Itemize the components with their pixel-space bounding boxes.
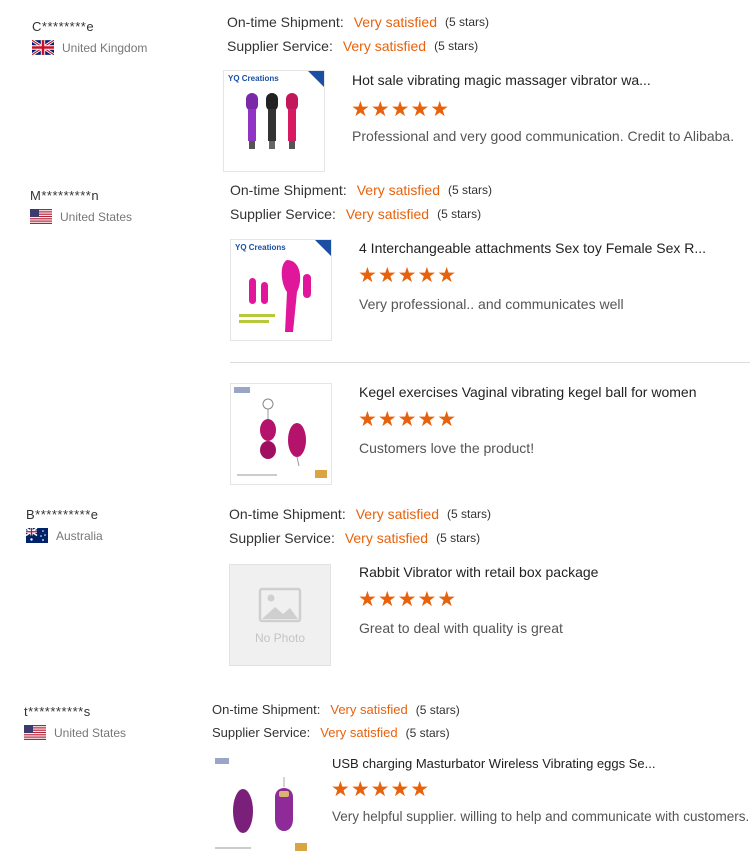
no-photo-placeholder[interactable]: No Photo xyxy=(229,564,331,666)
corner-ribbon xyxy=(315,240,331,256)
buyer-country: United States xyxy=(30,209,132,224)
brand-logo: YQ Creations xyxy=(235,243,286,252)
buyer-country: United States xyxy=(24,725,126,740)
buyer-country: Australia xyxy=(26,528,103,543)
shipment-value: Very satisfied xyxy=(355,506,439,522)
country-name: United States xyxy=(60,209,133,224)
uk-flag-icon xyxy=(32,40,54,55)
us-flag-icon xyxy=(24,725,46,740)
buyer-info: t**********s United States xyxy=(24,704,126,740)
corner-ribbon xyxy=(308,71,324,87)
country-name: United Kingdom xyxy=(62,40,148,55)
service-rating: Supplier Service: Very satisfied (5 star… xyxy=(230,202,492,226)
vibrating-eggs-image xyxy=(215,758,307,851)
image-placeholder-icon xyxy=(258,587,302,623)
service-label: Supplier Service: xyxy=(229,530,335,546)
shipment-value: Very satisfied xyxy=(356,182,440,198)
product-title[interactable]: USB charging Masturbator Wireless Vibrat… xyxy=(332,756,655,771)
service-stars: (5 stars) xyxy=(434,39,479,53)
shipment-rating: On-time Shipment: Very satisfied (5 star… xyxy=(227,10,489,34)
shipment-label: On-time Shipment: xyxy=(230,182,347,198)
product-thumbnail[interactable]: YQ Creations xyxy=(223,70,325,172)
service-label: Supplier Service: xyxy=(227,38,333,54)
review-comment: Great to deal with quality is great xyxy=(359,620,563,636)
service-stars: (5 stars) xyxy=(405,725,450,740)
product-divider xyxy=(230,362,750,363)
product-thumbnail[interactable] xyxy=(212,754,314,856)
service-value: Very satisfied xyxy=(342,38,427,54)
buyer-info: B**********e Australia xyxy=(26,507,103,543)
buyer-name: B**********e xyxy=(26,507,99,522)
service-rating: Supplier Service: Very satisfied (5 star… xyxy=(227,34,489,58)
product-stars-icon: ★★★★★ xyxy=(358,408,458,431)
review-comment: Very professional.. and communicates wel… xyxy=(359,296,624,312)
rating-summary: On-time Shipment: Very satisfied (5 star… xyxy=(227,10,489,58)
shipment-rating: On-time Shipment: Very satisfied (5 star… xyxy=(230,178,492,202)
shipment-rating: On-time Shipment: Very satisfied (5 star… xyxy=(212,698,460,721)
buyer-name: M*********n xyxy=(30,188,100,203)
brand-logo: YQ Creations xyxy=(228,74,279,83)
product-title[interactable]: 4 Interchangeable attachments Sex toy Fe… xyxy=(359,240,706,256)
shipment-rating: On-time Shipment: Very satisfied (5 star… xyxy=(229,502,491,526)
review-comment: Very helpful supplier. willing to help a… xyxy=(332,809,750,824)
product-title[interactable]: Kegel exercises Vaginal vibrating kegel … xyxy=(359,384,696,400)
buyer-info: M*********n United States xyxy=(30,188,132,224)
service-value: Very satisfied xyxy=(345,206,430,222)
buyer-info: C********e United Kingdom xyxy=(32,19,147,55)
product-title[interactable]: Rabbit Vibrator with retail box package xyxy=(359,564,598,580)
service-label: Supplier Service: xyxy=(212,725,311,740)
review-comment: Customers love the product! xyxy=(359,440,535,456)
buyer-country: United Kingdom xyxy=(32,40,147,55)
shipment-value: Very satisfied xyxy=(353,14,437,30)
product-title[interactable]: Hot sale vibrating magic massager vibrat… xyxy=(352,72,651,88)
rating-summary: On-time Shipment: Very satisfied (5 star… xyxy=(229,502,491,550)
service-rating: Supplier Service: Very satisfied (5 star… xyxy=(229,526,491,550)
review-comment: Professional and very good communication… xyxy=(352,128,735,144)
country-name: Australia xyxy=(56,528,103,543)
shipment-stars: (5 stars) xyxy=(447,183,492,197)
product-stars-icon: ★★★★★ xyxy=(331,778,431,801)
product-stars-icon: ★★★★★ xyxy=(358,264,458,287)
service-value: Very satisfied xyxy=(344,530,429,546)
us-flag-icon xyxy=(30,209,52,224)
product-thumbnail[interactable] xyxy=(230,383,332,485)
buyer-name: C********e xyxy=(32,19,95,34)
shipment-stars: (5 stars) xyxy=(415,702,460,717)
service-stars: (5 stars) xyxy=(437,207,482,221)
rating-summary: On-time Shipment: Very satisfied (5 star… xyxy=(230,178,492,226)
service-value: Very satisfied xyxy=(320,725,398,740)
product-stars-icon: ★★★★★ xyxy=(351,98,451,121)
service-label: Supplier Service: xyxy=(230,206,336,222)
rating-summary: On-time Shipment: Very satisfied (5 star… xyxy=(212,698,460,744)
shipment-label: On-time Shipment: xyxy=(212,702,321,717)
buyer-name: t**********s xyxy=(24,704,91,719)
au-flag-icon xyxy=(26,528,48,543)
shipment-label: On-time Shipment: xyxy=(229,506,346,522)
kegel-balls-image xyxy=(234,387,327,478)
shipment-stars: (5 stars) xyxy=(444,15,489,29)
country-name: United States xyxy=(54,725,127,740)
service-stars: (5 stars) xyxy=(436,531,481,545)
shipment-label: On-time Shipment: xyxy=(227,14,344,30)
product-stars-icon: ★★★★★ xyxy=(358,588,458,611)
shipment-value: Very satisfied xyxy=(330,702,408,717)
no-photo-label: No Photo xyxy=(254,631,306,645)
product-thumbnail[interactable]: YQ Creations xyxy=(230,239,332,341)
shipment-stars: (5 stars) xyxy=(446,507,491,521)
service-rating: Supplier Service: Very satisfied (5 star… xyxy=(212,721,460,744)
